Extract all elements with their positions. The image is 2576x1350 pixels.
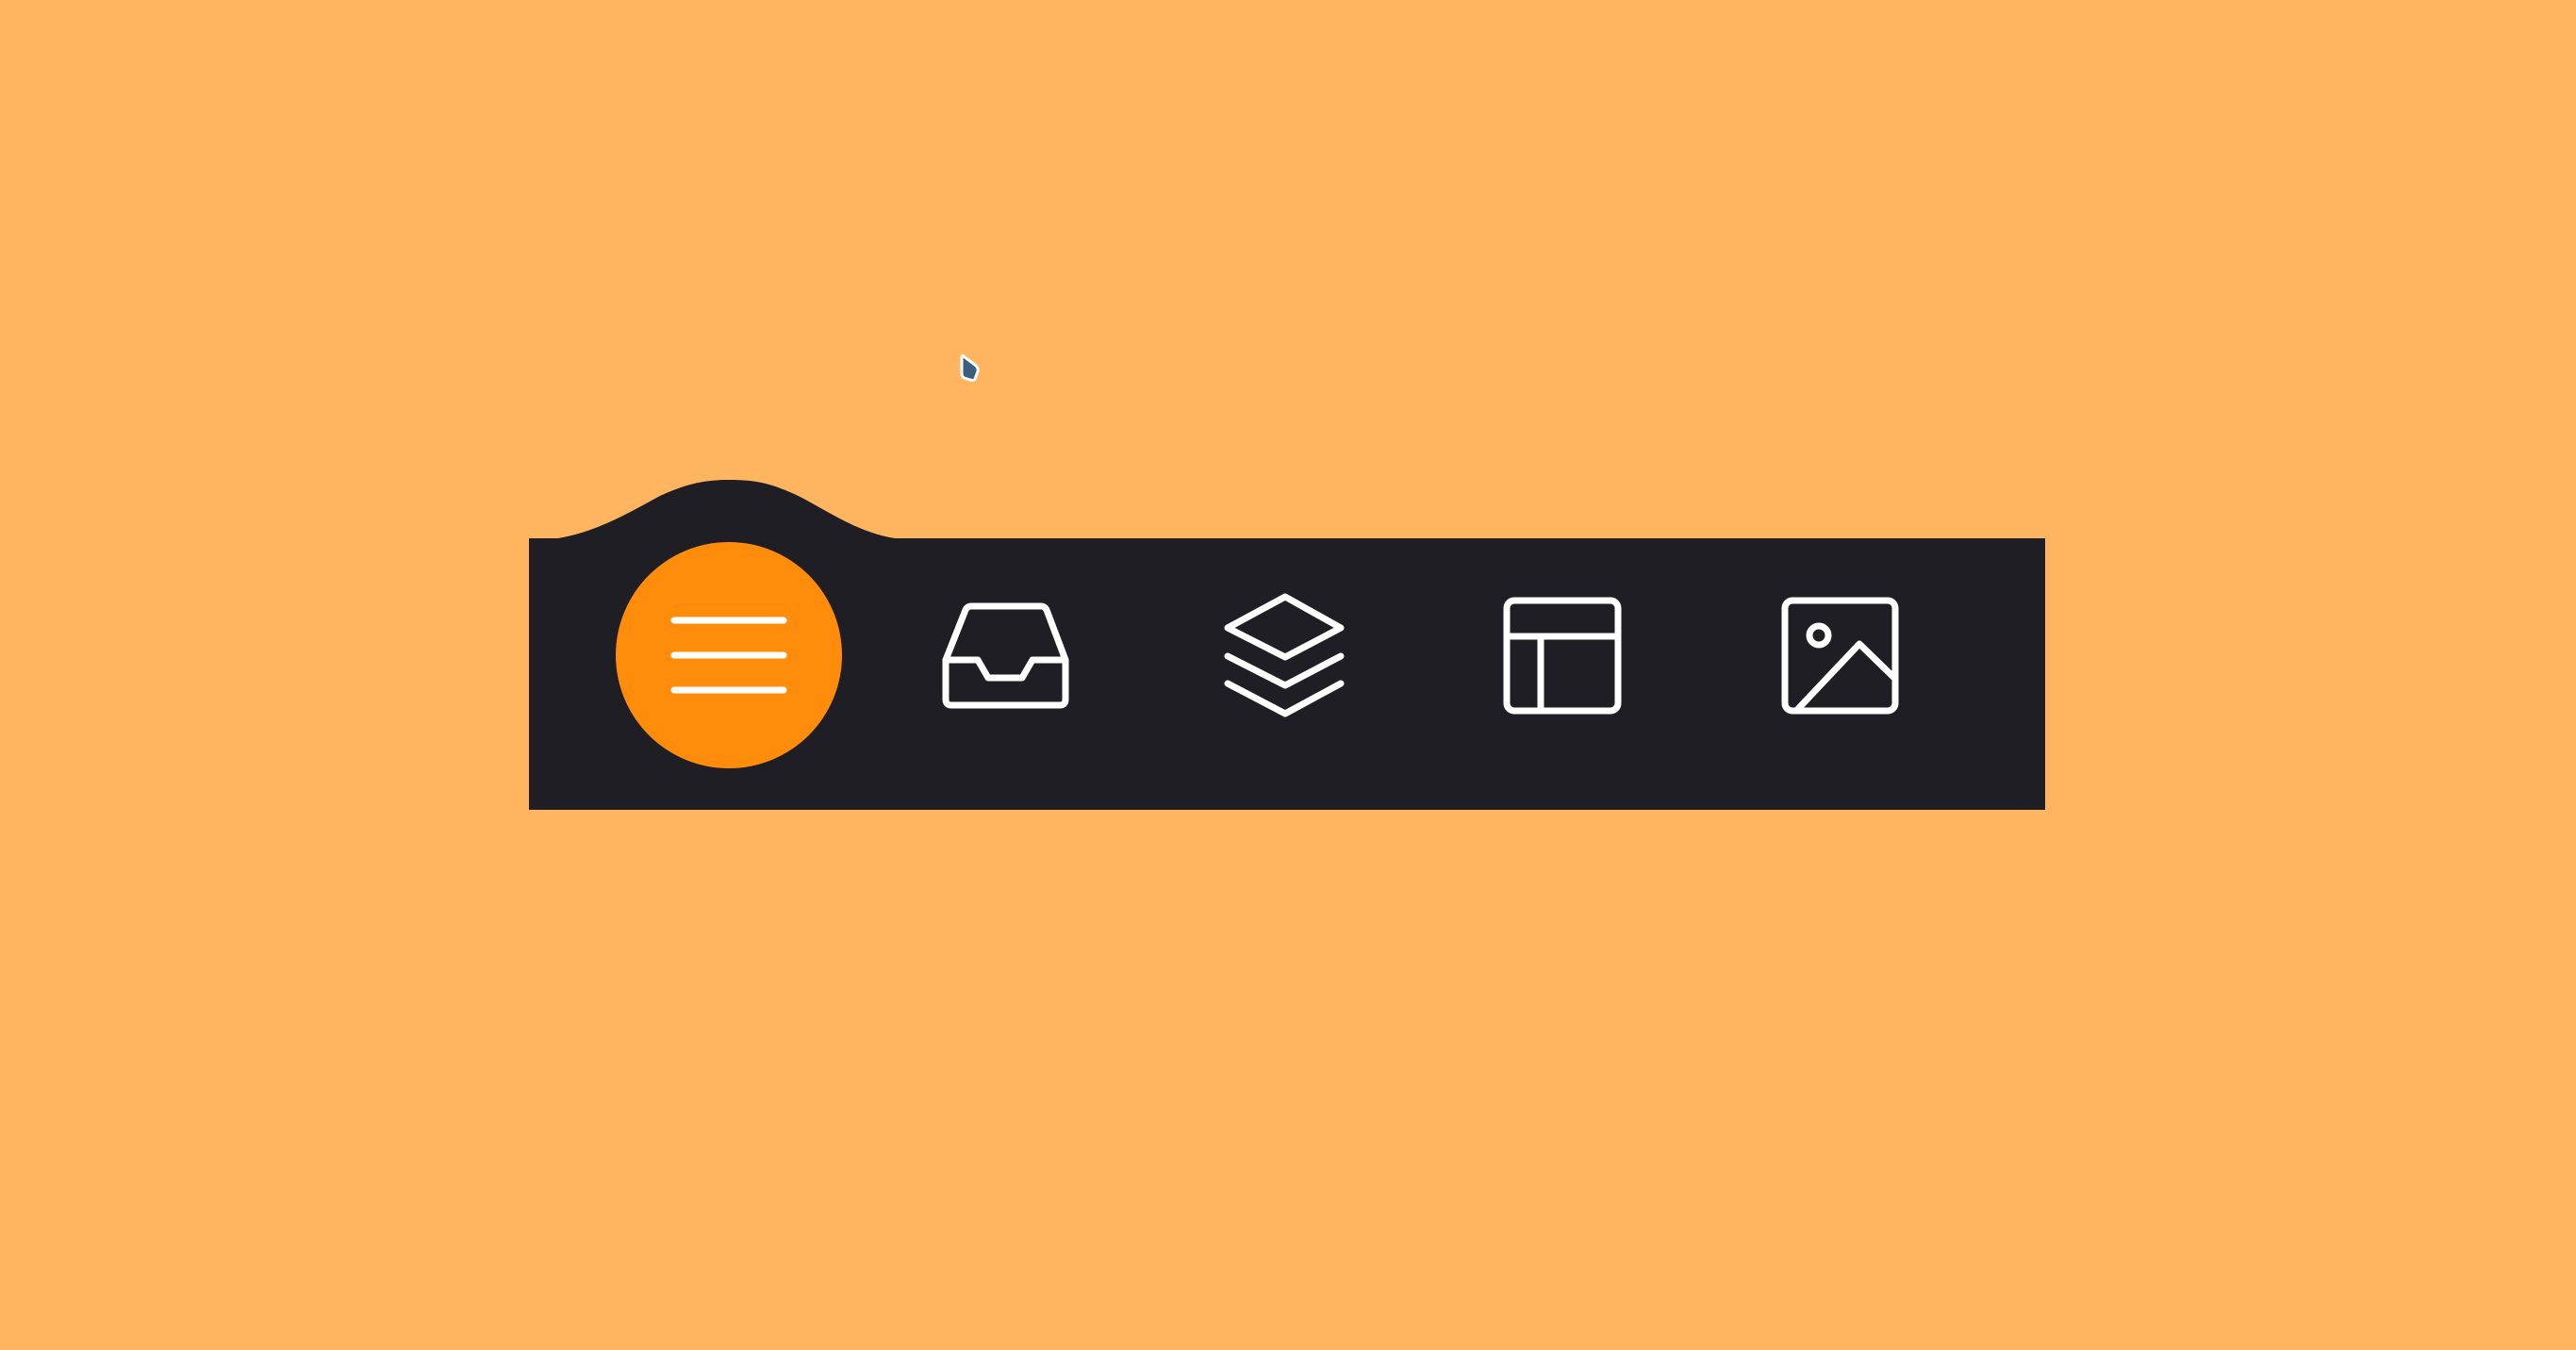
nav-item-image[interactable]: [1769, 584, 1910, 726]
tab-bar-bump: [529, 480, 903, 539]
tab-bar-canvas: [529, 354, 2045, 810]
mouse-cursor: [960, 354, 980, 382]
nav-item-layout[interactable]: [1492, 584, 1633, 726]
nav-item-inbox[interactable]: [933, 584, 1075, 726]
nav-item-menu[interactable]: [616, 542, 842, 768]
nav-item-layers[interactable]: [1216, 584, 1358, 726]
